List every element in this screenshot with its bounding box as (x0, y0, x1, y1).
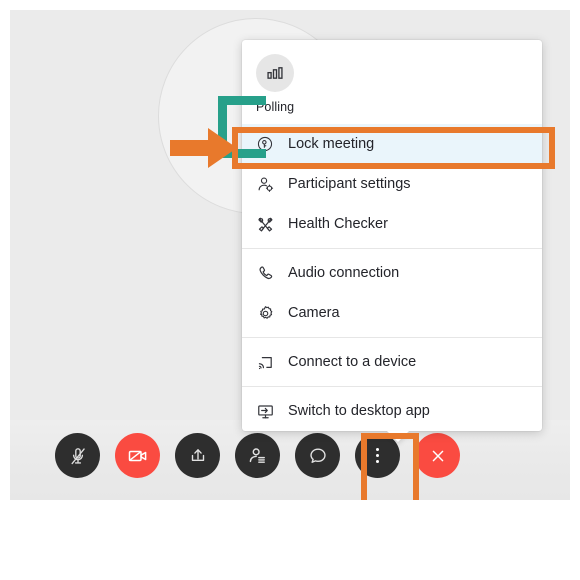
chat-button[interactable] (295, 433, 340, 478)
polling-label: Polling (256, 100, 295, 114)
video-button[interactable] (115, 433, 160, 478)
more-options-menu: Polling Lock meeting Participant setting… (242, 40, 542, 442)
health-checker-icon (256, 215, 282, 234)
menu-item-label: Switch to desktop app (288, 403, 430, 419)
microphone-muted-icon (67, 445, 89, 467)
meeting-stage: Polling Lock meeting Participant setting… (10, 10, 570, 500)
menu-divider (242, 337, 542, 338)
share-upload-icon (187, 445, 209, 467)
menu-item-label: Audio connection (288, 265, 400, 281)
chat-bubble-icon (307, 445, 329, 467)
menu-item-participant-settings[interactable]: Participant settings (242, 164, 542, 204)
menu-item-connect-to-a-device[interactable]: Connect to a device (242, 342, 542, 382)
camera-off-icon (126, 444, 150, 468)
orange-highlight-box-more-options (361, 433, 419, 500)
menu-header-polling[interactable]: Polling (242, 40, 542, 124)
menu-item-switch-to-desktop-app[interactable]: Switch to desktop app (242, 391, 542, 431)
menu-item-label: Health Checker (288, 216, 388, 232)
share-content-button[interactable] (175, 433, 220, 478)
participant-gear-icon (256, 175, 282, 194)
participants-list-icon (246, 444, 269, 467)
phone-icon (256, 264, 282, 283)
leave-meeting-button[interactable] (415, 433, 460, 478)
menu-item-label: Connect to a device (288, 354, 417, 370)
orange-highlight-box-lock-meeting (232, 127, 555, 169)
cast-device-icon (256, 353, 282, 372)
menu-divider (242, 386, 542, 387)
menu-item-label: Participant settings (288, 176, 411, 192)
orange-arrow-right-annotation (170, 127, 238, 169)
menu-item-label: Camera (288, 305, 340, 321)
menu-item-audio-connection[interactable]: Audio connection (242, 253, 542, 293)
desktop-monitor-icon (256, 402, 282, 421)
menu-item-camera[interactable]: Camera (242, 293, 542, 333)
menu-item-health-checker[interactable]: Health Checker (242, 204, 542, 244)
close-x-icon (427, 445, 449, 467)
meeting-control-bar (10, 420, 570, 500)
mute-button[interactable] (55, 433, 100, 478)
participants-button[interactable] (235, 433, 280, 478)
gear-icon (256, 304, 282, 323)
menu-divider (242, 248, 542, 249)
polling-bar-chart-icon (256, 54, 294, 92)
